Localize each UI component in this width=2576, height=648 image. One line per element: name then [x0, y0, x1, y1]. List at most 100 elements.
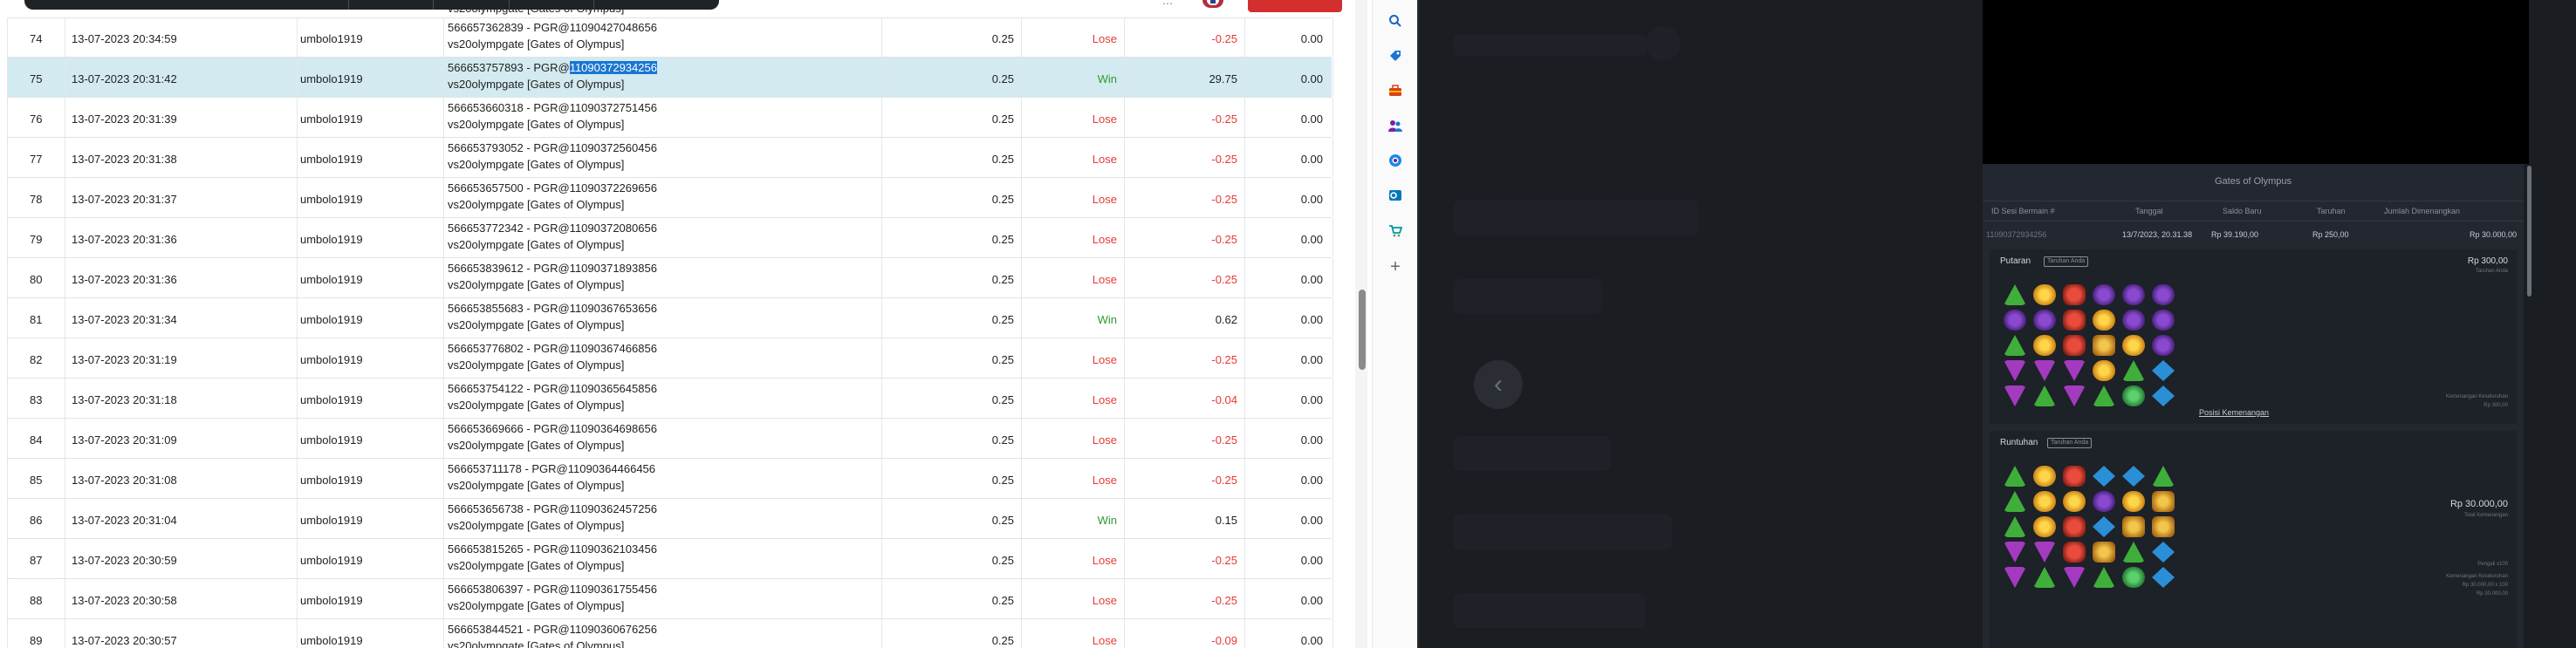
row-stake: 0.25 [991, 113, 1014, 126]
row-game-id: 566653772342 - PGR@11090372080656 [448, 222, 657, 235]
table-row[interactable]: 80 13-07-2023 20:31:36 umbolo1919 566653839… [7, 258, 1333, 298]
row-balance: 0.00 [1300, 72, 1323, 85]
row-stake: 0.25 [991, 433, 1014, 447]
row-stake: 0.25 [991, 474, 1014, 487]
selected-text-highlight[interactable]: 11090372934256 [569, 61, 657, 74]
row-balance: 0.00 [1300, 233, 1323, 246]
purple-gem-symbol [2004, 542, 2026, 563]
yellow-crown-symbol [2093, 542, 2115, 563]
table-row[interactable]: 81 13-07-2023 20:31:34 umbolo1919 566653855… [7, 298, 1333, 338]
back-chevron-icon[interactable]: ‹ [1474, 360, 1523, 409]
row-balance: 0.00 [1300, 32, 1323, 45]
row-stake: 0.25 [991, 634, 1014, 647]
gold-ring-symbol [2033, 284, 2056, 305]
row-game-id: 566653711178 - PGR@11090364466456 [448, 462, 656, 475]
outlook-icon[interactable] [1387, 187, 1404, 204]
row-username: umbolo1919 [300, 273, 363, 286]
putaran-amount: Rp 300,00 [2467, 256, 2508, 266]
row-datetime: 13-07-2023 20:31:04 [72, 514, 177, 527]
row-win-amount: -0.09 [1211, 634, 1237, 647]
video-area [1983, 0, 2529, 164]
violet-orb-symbol [2004, 310, 2026, 331]
scrollbar-thumb[interactable] [1359, 290, 1366, 370]
row-result: Lose [1092, 273, 1117, 286]
table-row[interactable]: 89 13-07-2023 20:30:57 umbolo1919 566653844… [7, 619, 1333, 648]
table-row[interactable]: 78 13-07-2023 20:31:37 umbolo1919 566653657… [7, 178, 1333, 218]
green-gem-symbol [2004, 491, 2026, 512]
row-game-id: 566653839612 - PGR@11090371893856 [448, 262, 657, 275]
runtuhan-reels [2004, 466, 2178, 590]
row-username: umbolo1919 [300, 313, 363, 326]
row-datetime: 13-07-2023 20:30:58 [72, 594, 177, 607]
row-result: Lose [1092, 554, 1117, 567]
purple-gem-symbol [2063, 360, 2086, 381]
row-game-name: vs20olympgate [Gates of Olympus] [448, 318, 625, 331]
red-gem-symbol [2063, 542, 2086, 563]
row-win-amount: -0.25 [1211, 353, 1237, 366]
row-game-name: vs20olympgate [Gates of Olympus] [448, 599, 625, 612]
row-datetime: 13-07-2023 20:31:19 [72, 353, 177, 366]
header-date: Tanggal [2135, 207, 2163, 215]
table-row[interactable]: 84 13-07-2023 20:31:09 umbolo1919 566653669… [7, 419, 1333, 459]
putaran-title: Putaran [2000, 256, 2031, 266]
panel-scrollbar-thumb[interactable] [2527, 166, 2531, 297]
gold-ring-symbol [2093, 360, 2115, 381]
office-icon[interactable] [1387, 152, 1404, 169]
people-icon[interactable] [1387, 117, 1404, 134]
table-row[interactable]: 76 13-07-2023 20:31:39 umbolo1919 566653660… [7, 98, 1333, 138]
row-result: Lose [1092, 193, 1117, 206]
value-bet: Rp 250,00 [2312, 230, 2349, 239]
row-game-name: vs20olympgate [Gates of Olympus] [448, 399, 625, 412]
row-result: Win [1097, 313, 1117, 326]
green-gem-symbol [2122, 542, 2145, 563]
green-gem-symbol [2152, 466, 2175, 487]
table-row[interactable]: 77 13-07-2023 20:31:38 umbolo1919 566653793… [7, 138, 1333, 178]
row-balance: 0.00 [1300, 353, 1323, 366]
table-row[interactable]: 74 13-07-2023 20:34:59 umbolo1919 566657362… [7, 17, 1333, 58]
table-row[interactable]: 88 13-07-2023 20:30:58 umbolo1919 566653806… [7, 579, 1333, 619]
putaran-badge: Taruhan Anda [2044, 256, 2089, 267]
row-game-id: 566653757893 - PGR@11090372934256 [448, 61, 657, 74]
putaran-reels [2004, 284, 2178, 408]
row-number: 80 [30, 273, 43, 286]
green-gem-symbol [2004, 284, 2026, 305]
row-datetime: 13-07-2023 20:30:59 [72, 554, 177, 567]
cart-icon[interactable] [1387, 222, 1404, 239]
row-username: umbolo1919 [300, 72, 363, 85]
search-icon[interactable] [1387, 12, 1404, 30]
row-number: 74 [30, 32, 43, 45]
table-row[interactable]: 86 13-07-2023 20:31:04 umbolo1919 566653656… [7, 499, 1333, 539]
gold-ring-symbol [2033, 516, 2056, 537]
row-stake: 0.25 [991, 514, 1014, 527]
runtuhan-calc: Rp 30.000,00 x 100 [2462, 583, 2508, 588]
row-number: 87 [30, 554, 43, 567]
row-balance: 0.00 [1300, 193, 1323, 206]
row-balance: 0.00 [1300, 153, 1323, 166]
row-win-amount: -0.25 [1211, 594, 1237, 607]
row-game-id: 566657362839 - PGR@11090427048656 [448, 21, 657, 34]
panel-header-row: ID Sesi Bermain # Tanggal Saldo Baru Tar… [1983, 201, 2524, 222]
row-username: umbolo1919 [300, 554, 363, 567]
row-win-amount: -0.25 [1211, 474, 1237, 487]
row-game-id: 566653656738 - PGR@11090362457256 [448, 502, 657, 515]
row-username: umbolo1919 [300, 594, 363, 607]
green-cup-symbol [2122, 385, 2145, 406]
plus-icon[interactable]: + [1387, 257, 1404, 276]
row-number: 81 [30, 313, 43, 326]
purple-gem-symbol [2063, 385, 2086, 406]
table-row[interactable]: 83 13-07-2023 20:31:18 umbolo1919 566653754… [7, 379, 1333, 419]
table-row[interactable]: 85 13-07-2023 20:31:08 umbolo1919 566653711… [7, 459, 1333, 499]
tag-icon[interactable] [1387, 47, 1404, 65]
header-bet: Taruhan [2317, 207, 2346, 215]
row-win-amount: -0.25 [1211, 113, 1237, 126]
briefcase-icon[interactable] [1387, 82, 1404, 99]
table-row[interactable]: 75 13-07-2023 20:31:42 umbolo1919 566653757… [7, 58, 1333, 98]
table-row[interactable]: 87 13-07-2023 20:30:59 umbolo1919 566653815… [7, 539, 1333, 579]
violet-orb-symbol [2152, 310, 2175, 331]
winning-position-link[interactable]: Posisi Kemenangan [2199, 408, 2269, 417]
purple-gem-symbol [2004, 360, 2026, 381]
table-row[interactable]: 79 13-07-2023 20:31:36 umbolo1919 566653772… [7, 218, 1333, 258]
green-gem-symbol [2122, 360, 2145, 381]
table-row[interactable]: 82 13-07-2023 20:31:19 umbolo1919 566653776… [7, 338, 1333, 379]
runtuhan-title: Runtuhan [2000, 438, 2038, 447]
